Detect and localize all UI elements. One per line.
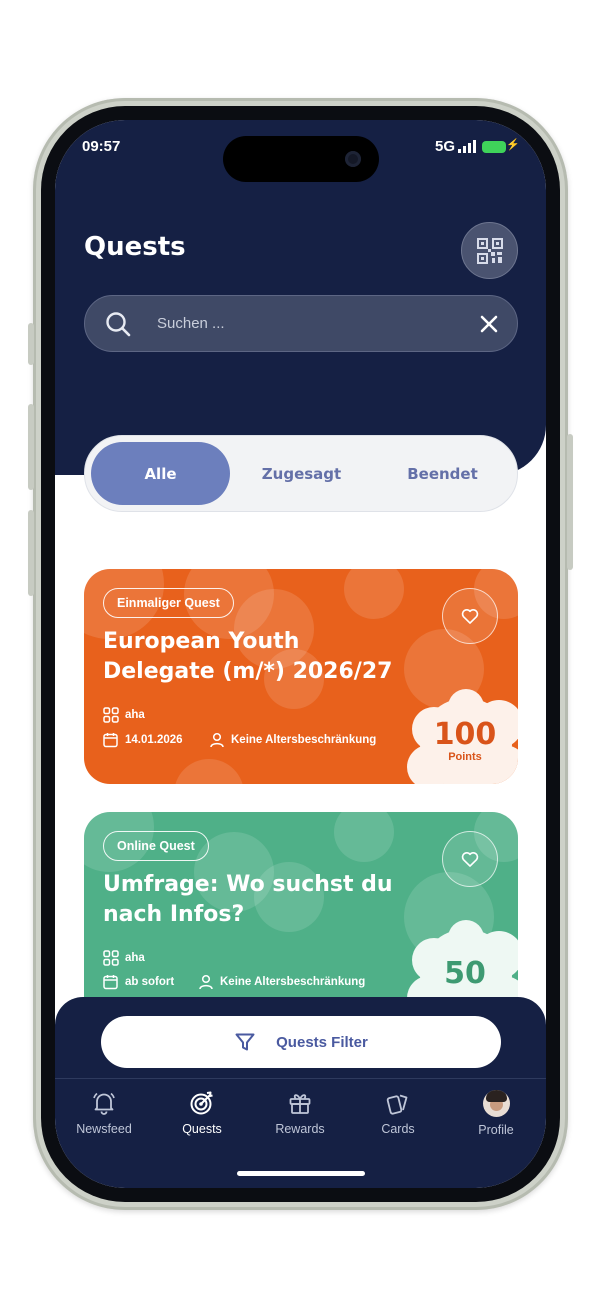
age-text: Keine Altersbeschränkung [231,734,377,746]
calendar-icon [103,975,118,990]
quests-filter-button[interactable]: Quests Filter [101,1016,501,1068]
tab-zugesagt[interactable]: Zugesagt [232,442,371,505]
power-button [567,434,573,570]
nav-divider [55,1078,546,1079]
quest-title: European Youth Delegate (m/*) 2026/27 [103,629,393,684]
qr-scan-button[interactable] [461,222,518,279]
bottom-panel: Quests Filter Newsfeed Quests Rewards Ca… [55,997,546,1188]
nav-item-cards[interactable]: Cards [349,1090,447,1136]
quest-type-badge: Einmaliger Quest [103,588,234,618]
app-screen: 09:57 5G ⚡ Quests Suchen ... Alle Zugesa… [55,120,546,1188]
tab-alle[interactable]: Alle [91,442,230,505]
age-text: Keine Altersbeschränkung [220,976,366,988]
qr-code-icon [476,237,503,264]
gift-icon [289,1094,311,1114]
points-value: 100 [433,717,497,752]
avatar-hair [485,1090,507,1102]
quest-card[interactable]: Einmaliger Quest European Youth Delegate… [84,569,518,784]
date-text: 14.01.2026 [125,734,183,746]
heart-icon [461,608,479,624]
quest-age: Keine Altersbeschränkung [209,732,376,748]
quest-tabs: Alle Zugesagt Beendet [84,435,518,512]
filter-icon [235,1033,255,1051]
organizer-name: aha [125,709,145,721]
search-bar[interactable]: Suchen ... [84,295,518,352]
volume-up-button [28,404,34,490]
grid-icon [103,707,119,723]
favorite-button[interactable] [442,831,498,887]
bell-icon [93,1092,115,1115]
tab-beendet[interactable]: Beendet [373,442,512,505]
target-icon [190,1091,213,1115]
person-icon [199,974,213,990]
charging-icon: ⚡ [506,139,520,151]
nav-label-cards: Cards [381,1122,415,1136]
person-icon [210,732,224,748]
decorative-bubble [344,569,404,619]
search-input[interactable]: Suchen ... [157,315,225,332]
favorite-button[interactable] [442,588,498,644]
nav-item-newsfeed[interactable]: Newsfeed [55,1090,153,1136]
search-icon [106,312,131,337]
page-title: Quests [84,232,186,262]
camera-icon [345,151,361,167]
grid-icon [103,950,119,966]
points-value: 50 [444,956,486,991]
quest-date: 14.01.2026 [103,732,183,748]
nav-label-profile: Profile [478,1123,514,1137]
decorative-bubble [334,812,394,862]
calendar-icon [103,733,118,748]
bottom-nav: Newsfeed Quests Rewards Cards Profile [55,1090,546,1150]
quest-title: Umfrage: Wo suchst du nach Infos? [103,872,393,927]
signal-icon [458,140,476,153]
volume-down-button [28,510,34,596]
cards-icon [386,1094,408,1115]
nav-item-profile[interactable]: Profile [447,1090,545,1137]
status-time: 09:57 [82,138,121,155]
points-label: Points [448,751,482,763]
nav-item-quests[interactable]: Quests [153,1090,251,1136]
phone-frame: 09:57 5G ⚡ Quests Suchen ... Alle Zugesa… [28,98,573,1210]
date-text: ab sofort [125,976,175,988]
mute-switch [28,323,34,365]
header: 09:57 5G ⚡ Quests Suchen ... [55,120,546,475]
quest-date: ab sofort [103,974,174,990]
decorative-bubble [174,759,244,784]
dynamic-island [223,136,379,182]
filter-label: Quests Filter [276,1033,368,1051]
nav-label-quests: Quests [182,1122,222,1136]
heart-icon [461,851,479,867]
avatar [482,1090,510,1117]
organizer-name: aha [125,952,145,964]
battery-icon [482,141,506,153]
nav-item-rewards[interactable]: Rewards [251,1090,349,1136]
quest-card[interactable]: Online Quest Umfrage: Wo suchst du nach … [84,812,518,1012]
quest-organizer: aha [103,707,145,723]
quest-age: Keine Altersbeschränkung [198,974,365,990]
quest-organizer: aha [103,950,145,966]
nav-label-newsfeed: Newsfeed [76,1122,132,1136]
home-indicator[interactable] [237,1171,365,1176]
quest-type-badge: Online Quest [103,831,209,861]
network-type: 5G [435,138,456,155]
close-icon[interactable] [478,313,500,335]
nav-label-rewards: Rewards [275,1122,325,1136]
